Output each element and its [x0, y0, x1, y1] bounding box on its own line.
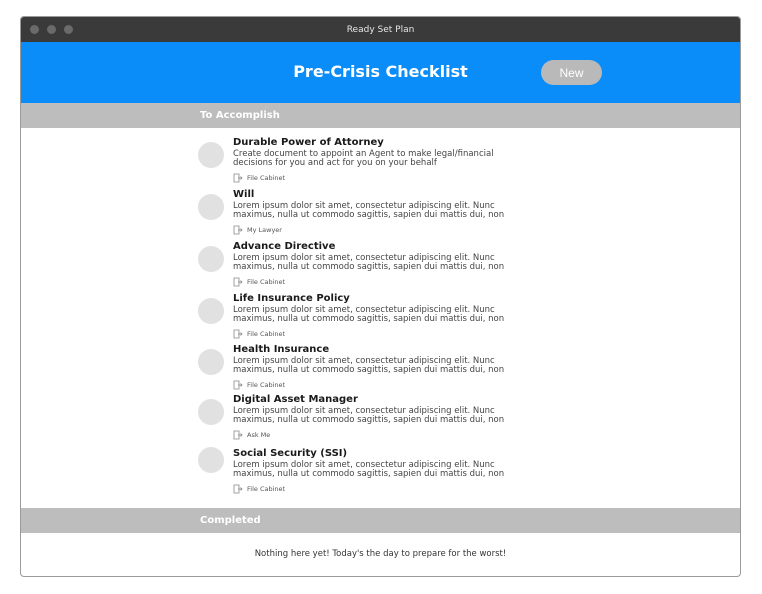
section-header-completed: Completed: [21, 508, 740, 533]
item-description: Lorem ipsum dolor sit amet, consectetur …: [233, 201, 505, 220]
item-content: Will Lorem ipsum dolor sit amet, consect…: [233, 188, 533, 235]
complete-checkbox[interactable]: [198, 399, 224, 425]
app-window: Ready Set Plan Pre-Crisis Checklist New …: [20, 16, 741, 577]
item-description: Create document to appoint an Agent to m…: [233, 149, 494, 168]
zoom-window-button[interactable]: [64, 25, 73, 34]
empty-state-message: Nothing here yet! Today's the day to pre…: [254, 549, 507, 559]
location-label: File Cabinet: [247, 381, 286, 389]
complete-checkbox[interactable]: [198, 349, 224, 375]
item-description: Lorem ipsum dolor sit amet, consectetur …: [233, 253, 505, 272]
document-arrow-icon: [233, 329, 243, 339]
item-content: Advance Directive Lorem ipsum dolor sit …: [233, 240, 533, 287]
section-header-to-accomplish: To Accomplish: [21, 103, 740, 128]
location-label: File Cabinet: [247, 485, 286, 493]
page-title: Pre-Crisis Checklist: [293, 62, 468, 81]
item-description: Lorem ipsum dolor sit amet, consectetur …: [233, 305, 505, 324]
document-arrow-icon: [233, 380, 243, 390]
item-content: Life Insurance Policy Lorem ipsum dolor …: [233, 292, 533, 339]
item-title: Will: [233, 189, 255, 200]
document-arrow-icon: [233, 225, 243, 235]
item-location[interactable]: File Cabinet: [233, 329, 533, 339]
item-location[interactable]: My Lawyer: [233, 225, 533, 235]
item-title: Durable Power of Attorney: [233, 137, 384, 148]
location-label: File Cabinet: [247, 278, 286, 286]
complete-checkbox[interactable]: [198, 142, 224, 168]
item-location[interactable]: File Cabinet: [233, 277, 533, 287]
location-label: File Cabinet: [247, 330, 286, 338]
item-content: Durable Power of Attorney Create documen…: [233, 136, 533, 183]
item-location[interactable]: Ask Me: [233, 430, 533, 440]
complete-checkbox[interactable]: [198, 194, 224, 220]
app-header: Pre-Crisis Checklist New: [21, 42, 740, 103]
new-button[interactable]: New: [541, 60, 602, 85]
item-title: Life Insurance Policy: [233, 293, 350, 304]
title-bar: Ready Set Plan: [21, 17, 740, 42]
item-title: Advance Directive: [233, 241, 336, 252]
item-content: Digital Asset Manager Lorem ipsum dolor …: [233, 393, 533, 440]
item-description: Lorem ipsum dolor sit amet, consectetur …: [233, 406, 505, 425]
item-title: Digital Asset Manager: [233, 394, 358, 405]
item-location[interactable]: File Cabinet: [233, 484, 533, 494]
item-description: Lorem ipsum dolor sit amet, consectetur …: [233, 356, 505, 375]
location-label: File Cabinet: [247, 174, 286, 182]
window-title: Ready Set Plan: [346, 24, 415, 35]
item-content: Social Security (SSI) Lorem ipsum dolor …: [233, 447, 533, 494]
document-arrow-icon: [233, 277, 243, 287]
item-title: Health Insurance: [233, 344, 330, 355]
document-arrow-icon: [233, 484, 243, 494]
item-location[interactable]: File Cabinet: [233, 173, 533, 183]
location-label: My Lawyer: [247, 226, 282, 234]
close-window-button[interactable]: [30, 25, 39, 34]
item-description: Lorem ipsum dolor sit amet, consectetur …: [233, 460, 505, 479]
item-location[interactable]: File Cabinet: [233, 380, 533, 390]
complete-checkbox[interactable]: [198, 246, 224, 272]
complete-checkbox[interactable]: [198, 447, 224, 473]
item-content: Health Insurance Lorem ipsum dolor sit a…: [233, 343, 533, 390]
location-label: Ask Me: [247, 431, 271, 439]
complete-checkbox[interactable]: [198, 298, 224, 324]
document-arrow-icon: [233, 173, 243, 183]
document-arrow-icon: [233, 430, 243, 440]
minimize-window-button[interactable]: [47, 25, 56, 34]
item-title: Social Security (SSI): [233, 448, 348, 459]
window-controls: [30, 25, 73, 34]
